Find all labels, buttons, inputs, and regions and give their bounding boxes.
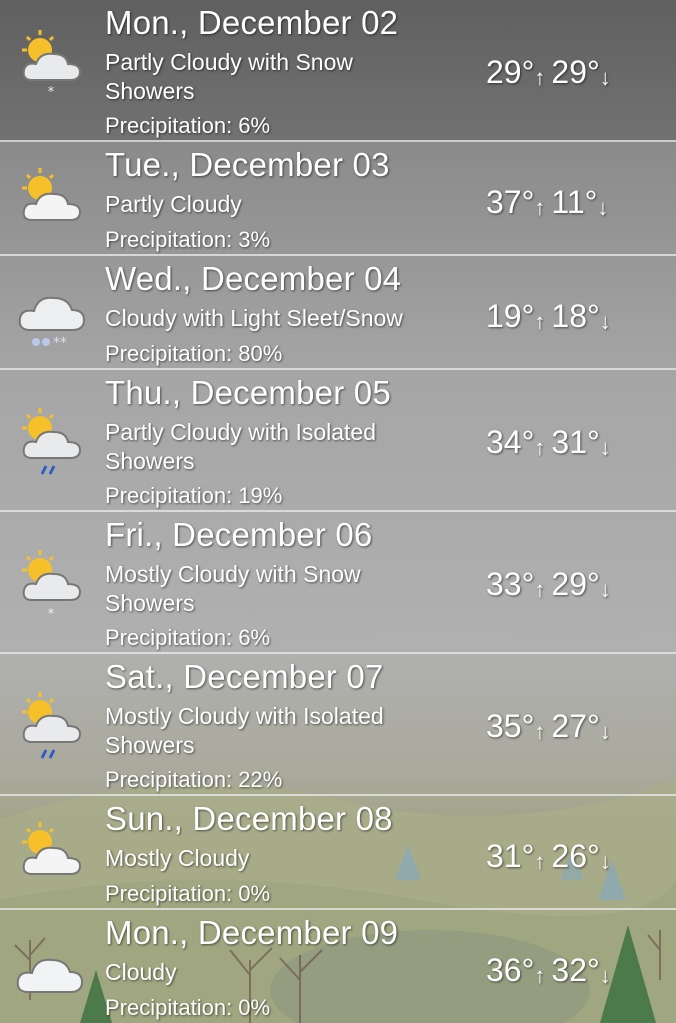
up-arrow-icon: ↑	[534, 719, 546, 744]
up-arrow-icon: ↑	[534, 963, 546, 988]
down-arrow-icon: ↓	[599, 849, 611, 874]
temperature-range: 33°↑ 29°↓	[486, 566, 617, 603]
condition-text: Cloudy	[105, 959, 177, 985]
up-arrow-icon: ↑	[534, 65, 546, 90]
precipitation-text: Precipitation: 80%	[105, 341, 283, 366]
cloudy-sleet-icon: **	[18, 296, 86, 351]
up-arrow-icon: ↑	[534, 309, 546, 334]
down-arrow-icon: ↓	[597, 195, 609, 220]
forecast-row[interactable]: Tue., December 03 Partly Cloudy Precipit…	[0, 142, 676, 256]
condition-text: Mostly Cloudy	[105, 845, 250, 871]
day-label: Tue., December 03	[105, 146, 390, 183]
precipitation-text: Precipitation: 0%	[105, 881, 271, 906]
low-temp: 27°	[551, 708, 600, 744]
down-arrow-icon: ↓	[599, 65, 611, 90]
high-temp: 35°	[486, 708, 535, 744]
up-arrow-icon: ↑	[534, 849, 546, 874]
day-label: Sat., December 07	[105, 658, 384, 695]
high-temp: 19°	[486, 298, 535, 334]
temperature-range: 37°↑ 11°↓	[486, 184, 614, 221]
temperature-range: 31°↑ 26°↓	[486, 838, 617, 875]
high-temp: 29°	[486, 54, 535, 90]
condition-text: Partly Cloudy	[105, 191, 242, 217]
low-temp: 29°	[551, 566, 600, 602]
partly-cloudy-snow-icon: *	[22, 30, 82, 98]
temperature-range: 19°↑ 18°↓	[486, 298, 617, 335]
forecast-row[interactable]: Thu., December 05 Partly Cloudy with Iso…	[0, 370, 676, 512]
forecast-row[interactable]: Sun., December 08 Mostly Cloudy Precipit…	[0, 796, 676, 910]
precipitation-text: Precipitation: 3%	[105, 227, 271, 252]
mostly-cloudy-rain-icon	[22, 692, 82, 759]
day-label: Sun., December 08	[105, 800, 393, 837]
day-label: Thu., December 05	[105, 374, 391, 411]
forecast-row[interactable]: Mon., December 09 Cloudy Precipitation: …	[0, 910, 676, 1023]
precipitation-text: Precipitation: 0%	[105, 995, 271, 1020]
low-temp: 18°	[551, 298, 600, 334]
high-temp: 36°	[486, 952, 535, 988]
down-arrow-icon: ↓	[599, 309, 611, 334]
down-arrow-icon: ↓	[599, 435, 611, 460]
up-arrow-icon: ↑	[534, 577, 546, 602]
high-temp: 33°	[486, 566, 535, 602]
down-arrow-icon: ↓	[599, 577, 611, 602]
forecast-row[interactable]: Sat., December 07 Mostly Cloudy with Iso…	[0, 654, 676, 796]
temperature-range: 34°↑ 31°↓	[486, 424, 617, 461]
precipitation-text: Precipitation: 6%	[105, 625, 271, 650]
temperature-range: 29°↑ 29°↓	[486, 54, 617, 91]
precipitation-text: Precipitation: 22%	[105, 767, 283, 792]
low-temp: 26°	[551, 838, 600, 874]
temperature-range: 36°↑ 32°↓	[486, 952, 617, 989]
condition-text: Mostly Cloudy with Snow Showers	[105, 561, 361, 616]
up-arrow-icon: ↑	[534, 435, 546, 460]
condition-text: Partly Cloudy with Isolated Showers	[105, 419, 377, 474]
day-label: Fri., December 06	[105, 516, 373, 553]
svg-text:*: *	[48, 607, 55, 620]
cloudy-icon	[16, 958, 84, 993]
mostly-cloudy-snow-icon: *	[22, 550, 82, 620]
down-arrow-icon: ↓	[599, 719, 611, 744]
day-label: Wed., December 04	[105, 260, 402, 297]
temperature-range: 35°↑ 27°↓	[486, 708, 617, 745]
svg-text:*: *	[48, 85, 55, 98]
day-label: Mon., December 09	[105, 914, 399, 951]
precipitation-text: Precipitation: 19%	[105, 483, 283, 508]
condition-text: Mostly Cloudy with Isolated Showers	[105, 703, 384, 758]
precipitation-text: Precipitation: 6%	[105, 113, 271, 138]
down-arrow-icon: ↓	[599, 963, 611, 988]
high-temp: 37°	[486, 184, 535, 220]
condition-text: Partly Cloudy with Snow Showers	[105, 49, 353, 104]
forecast-row[interactable]: * Fri., December 06 Mostly Cloudy with S…	[0, 512, 676, 654]
high-temp: 31°	[486, 838, 535, 874]
low-temp: 11°	[551, 184, 598, 220]
high-temp: 34°	[486, 424, 535, 460]
day-label: Mon., December 02	[105, 4, 399, 41]
forecast-row[interactable]: ** Wed., December 04 Cloudy with Light S…	[0, 256, 676, 370]
forecast-row[interactable]: * Mon., December 02 Partly Cloudy with S…	[0, 0, 676, 142]
svg-text:**: **	[53, 335, 67, 351]
partly-cloudy-icon	[22, 168, 82, 221]
low-temp: 31°	[551, 424, 600, 460]
mostly-cloudy-icon	[22, 822, 82, 875]
low-temp: 32°	[551, 952, 600, 988]
forecast-list: * Mon., December 02 Partly Cloudy with S…	[0, 0, 676, 1023]
up-arrow-icon: ↑	[534, 195, 546, 220]
partly-cloudy-rain-icon	[22, 408, 82, 475]
condition-text: Cloudy with Light Sleet/Snow	[105, 305, 403, 331]
low-temp: 29°	[551, 54, 600, 90]
